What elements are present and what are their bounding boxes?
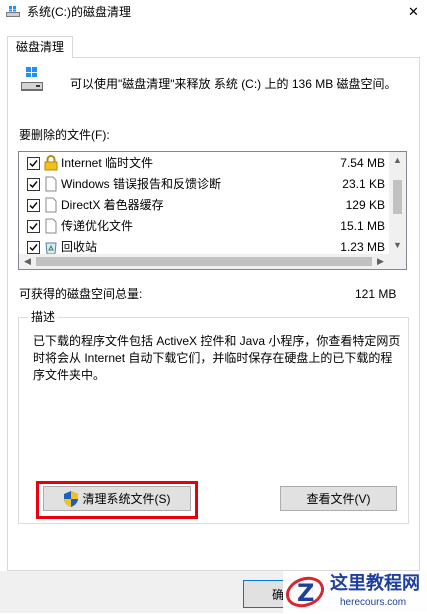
file-name: Internet 临时文件 <box>61 156 154 170</box>
checkbox[interactable] <box>27 220 40 233</box>
file-size: 1.23 MB <box>340 240 385 254</box>
list-item[interactable]: Internet 临时文件 7.54 MB <box>19 153 389 174</box>
checkbox[interactable] <box>27 157 40 170</box>
file-name: Windows 错误报告和反馈诊断 <box>61 177 222 191</box>
horizontal-scrollbar[interactable]: ◀ ▶ <box>19 254 389 269</box>
tab-disk-cleanup[interactable]: 磁盘清理 <box>7 36 73 58</box>
file-size: 129 KB <box>345 198 385 212</box>
file-name: DirectX 着色器缓存 <box>61 198 164 212</box>
scroll-corner <box>389 254 406 269</box>
description-title: 描述 <box>28 310 59 324</box>
close-button[interactable]: ✕ <box>400 0 427 24</box>
scroll-down-icon[interactable]: ▼ <box>389 237 406 254</box>
file-size: 23.1 KB <box>342 177 385 191</box>
description-text: 已下载的程序文件包括 ActiveX 控件和 Java 小程序，你查看特定网页时… <box>33 334 401 382</box>
files-list[interactable]: Internet 临时文件 7.54 MB Windows 错误报告和反馈诊断 … <box>18 151 407 270</box>
cleanup-system-files-button[interactable]: 清理系统文件(S) <box>43 486 191 511</box>
file-icon <box>44 176 58 192</box>
list-item[interactable]: Windows 错误报告和反馈诊断 23.1 KB <box>19 174 389 195</box>
svg-text:Z: Z <box>297 579 314 607</box>
scroll-thumb[interactable] <box>393 180 402 214</box>
shield-icon <box>63 490 78 507</box>
window-title: 系统(C:)的磁盘清理 <box>27 5 131 19</box>
vertical-scrollbar[interactable]: ▲ ▼ <box>389 152 406 254</box>
watermark-logo-icon: Z <box>285 573 325 611</box>
watermark-url: herecours.com <box>340 597 407 608</box>
total-space-value: 121 MB <box>355 287 397 301</box>
disk-cleanup-icon <box>6 6 20 18</box>
close-icon: ✕ <box>408 4 419 19</box>
total-space-label: 可获得的磁盘空间总量: <box>19 287 143 301</box>
checkbox[interactable] <box>27 178 40 191</box>
file-icon <box>44 218 58 234</box>
checkbox[interactable] <box>27 199 40 212</box>
list-item[interactable]: 传递优化文件 15.1 MB <box>19 216 389 237</box>
view-files-label: 查看文件(V) <box>306 492 371 506</box>
file-size: 7.54 MB <box>340 156 385 170</box>
file-icon <box>44 197 58 213</box>
file-size: 15.1 MB <box>340 219 385 233</box>
drive-icon <box>21 67 43 95</box>
cleanup-system-files-label: 清理系统文件(S) <box>82 492 171 506</box>
recycle-bin-icon <box>44 239 58 255</box>
view-files-button[interactable]: 查看文件(V) <box>280 486 397 511</box>
scroll-thumb[interactable] <box>36 257 372 266</box>
scroll-left-icon[interactable]: ◀ <box>19 254 36 269</box>
watermark-title: 这里教程网 <box>330 573 420 594</box>
file-name: 回收站 <box>61 240 98 254</box>
checkbox[interactable] <box>27 241 40 254</box>
info-text: 可以使用"磁盘清理"来释放 系统 (C:) 上的 136 MB 磁盘空间。 <box>70 77 397 91</box>
list-item[interactable]: DirectX 着色器缓存 129 KB <box>19 195 389 216</box>
scroll-right-icon[interactable]: ▶ <box>372 254 389 269</box>
file-name: 传递优化文件 <box>61 219 134 233</box>
lock-icon <box>44 155 58 171</box>
files-to-delete-label: 要删除的文件(F): <box>19 128 110 142</box>
scroll-up-icon[interactable]: ▲ <box>389 152 406 169</box>
